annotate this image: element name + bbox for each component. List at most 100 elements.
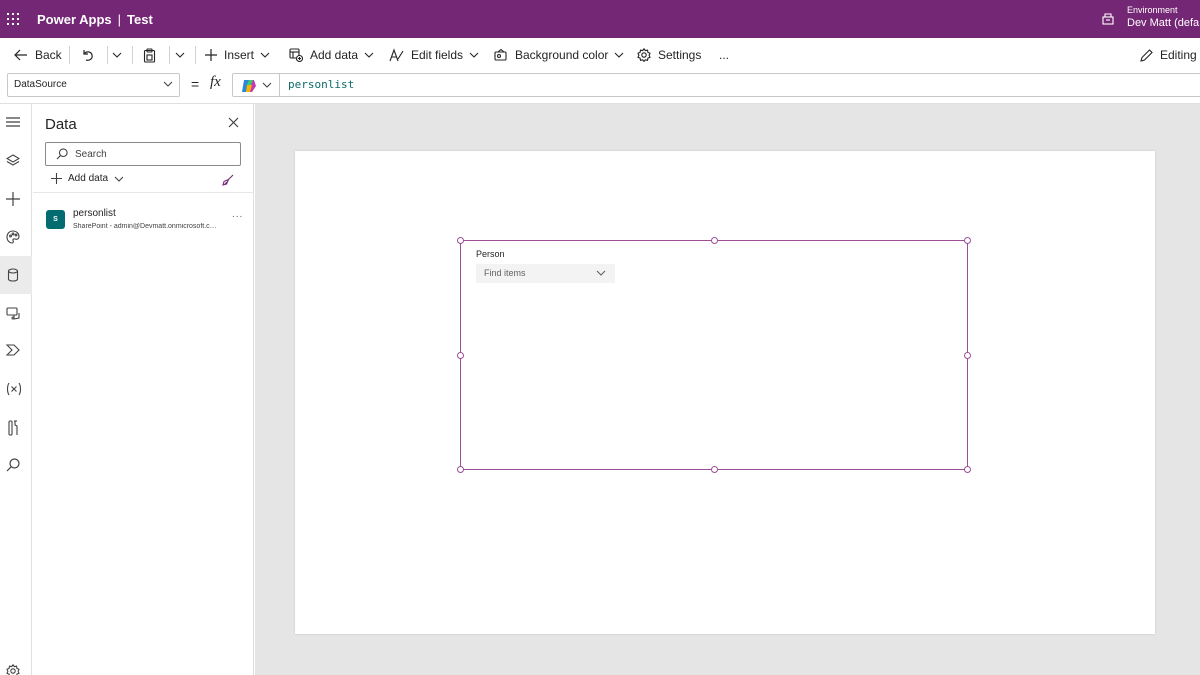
insert-label: Insert: [224, 48, 255, 62]
undo-dropdown[interactable]: [112, 38, 129, 72]
power-automate-button[interactable]: [0, 332, 32, 370]
toolbar-divider: [107, 46, 108, 64]
insert-rail-button[interactable]: [0, 180, 32, 218]
themes-button[interactable]: [0, 218, 32, 256]
variables-button[interactable]: [0, 370, 32, 408]
app-name[interactable]: Test: [127, 12, 153, 27]
chevron-down-icon: [260, 52, 270, 58]
plus-icon: [205, 49, 217, 61]
toolbar-divider: [195, 46, 196, 64]
paste-dropdown[interactable]: [175, 38, 192, 72]
edit-fields-icon: [389, 48, 404, 62]
database-icon: [7, 268, 19, 282]
toolbar-divider: [69, 46, 70, 64]
more-options-button[interactable]: ...: [232, 209, 243, 220]
settings-rail-button[interactable]: [0, 652, 32, 675]
paint-bucket-icon: [494, 48, 507, 61]
app-screen[interactable]: Person Find items: [295, 151, 1155, 634]
menu-button[interactable]: [0, 104, 32, 142]
add-data-label: Add data: [310, 48, 359, 62]
chevron-down-icon: [262, 82, 272, 88]
pencil-icon: [1140, 48, 1153, 62]
resize-handle[interactable]: [964, 352, 971, 359]
title-separator: |: [117, 12, 122, 27]
data-source-name: personlist: [73, 208, 116, 219]
resize-handle[interactable]: [457, 352, 464, 359]
add-data-button[interactable]: Add data: [289, 38, 374, 72]
resize-handle[interactable]: [711, 237, 718, 244]
property-dropdown[interactable]: DataSource: [7, 73, 180, 97]
media-icon: [6, 307, 20, 320]
undo-icon: [83, 49, 93, 61]
resize-handle[interactable]: [711, 466, 718, 473]
resize-handle[interactable]: [457, 237, 464, 244]
settings-button[interactable]: Settings: [637, 38, 701, 72]
sharepoint-icon: S: [46, 210, 65, 229]
fx-icon[interactable]: fx: [210, 74, 221, 91]
media-button[interactable]: [0, 294, 32, 332]
database-add-icon: [289, 48, 303, 62]
field-label: Person: [476, 249, 505, 259]
app-title: Power Apps | Test: [37, 12, 153, 27]
power-automate-icon: [6, 344, 20, 356]
variables-icon: [6, 382, 22, 396]
plus-icon: [51, 173, 62, 184]
close-icon[interactable]: [228, 117, 239, 128]
layers-icon: [6, 154, 20, 166]
toolbar-divider: [132, 46, 133, 64]
copilot-button[interactable]: [232, 73, 280, 97]
back-label: Back: [35, 48, 62, 62]
edit-fields-button[interactable]: Edit fields: [389, 38, 479, 72]
app-launcher-icon[interactable]: [7, 13, 19, 25]
chevron-down-icon: [596, 270, 606, 276]
product-name: Power Apps: [37, 12, 112, 27]
left-rail: [0, 104, 32, 675]
palette-icon: [6, 230, 20, 244]
combobox-placeholder: Find items: [484, 268, 526, 278]
back-button[interactable]: Back: [14, 38, 62, 72]
data-panel: Data Search Add data S personlist ShareP…: [33, 104, 254, 675]
data-search-input[interactable]: Search: [45, 142, 241, 166]
toolbar-divider: [169, 46, 170, 64]
paste-button[interactable]: [143, 38, 163, 72]
canvas-area: Person Find items: [255, 104, 1200, 675]
panel-divider: [33, 192, 254, 193]
broom-icon[interactable]: [222, 174, 234, 186]
more-label: ...: [719, 48, 730, 62]
copilot-icon: [242, 80, 256, 92]
tools-icon: [8, 420, 18, 436]
advanced-tools-button[interactable]: [0, 408, 32, 446]
editing-mode-button[interactable]: Editing: [1140, 38, 1197, 72]
gear-icon: [637, 48, 651, 62]
background-color-button[interactable]: Background color: [494, 38, 624, 72]
app-header: Power Apps | Test Environment Dev Matt (de…: [0, 0, 1200, 38]
add-data-panel-label: Add data: [68, 173, 109, 184]
data-button[interactable]: [0, 256, 32, 294]
person-combobox[interactable]: Find items: [476, 264, 615, 283]
chevron-down-icon: [112, 52, 122, 58]
formula-input[interactable]: personlist: [279, 73, 1200, 97]
resize-handle[interactable]: [964, 466, 971, 473]
tree-view-button[interactable]: [0, 142, 32, 180]
search-placeholder: Search: [75, 149, 107, 160]
undo-button[interactable]: [81, 38, 102, 72]
resize-handle[interactable]: [964, 237, 971, 244]
command-bar: Back Insert Add data Edit fields Backgro…: [0, 38, 1200, 72]
form-card[interactable]: Person Find items: [457, 237, 971, 473]
add-data-panel-button[interactable]: Add data: [51, 173, 124, 184]
settings-label: Settings: [658, 48, 702, 62]
insert-button[interactable]: Insert: [205, 38, 270, 72]
environment-icon[interactable]: [1101, 12, 1115, 26]
settings-icon: [6, 664, 20, 675]
environment-label: Environment: [1127, 5, 1178, 15]
edit-fields-label: Edit fields: [411, 48, 464, 62]
chevron-down-icon: [615, 52, 624, 58]
resize-handle[interactable]: [457, 466, 464, 473]
more-commands-button[interactable]: ...: [719, 38, 729, 72]
environment-name[interactable]: Dev Matt (defa: [1127, 17, 1199, 29]
formula-bar: DataSource = fx personlist: [0, 72, 1200, 104]
search-rail-button[interactable]: [0, 446, 32, 484]
chevron-down-icon: [469, 52, 479, 58]
plus-icon: [6, 192, 20, 206]
editing-label: Editing: [1160, 48, 1197, 62]
